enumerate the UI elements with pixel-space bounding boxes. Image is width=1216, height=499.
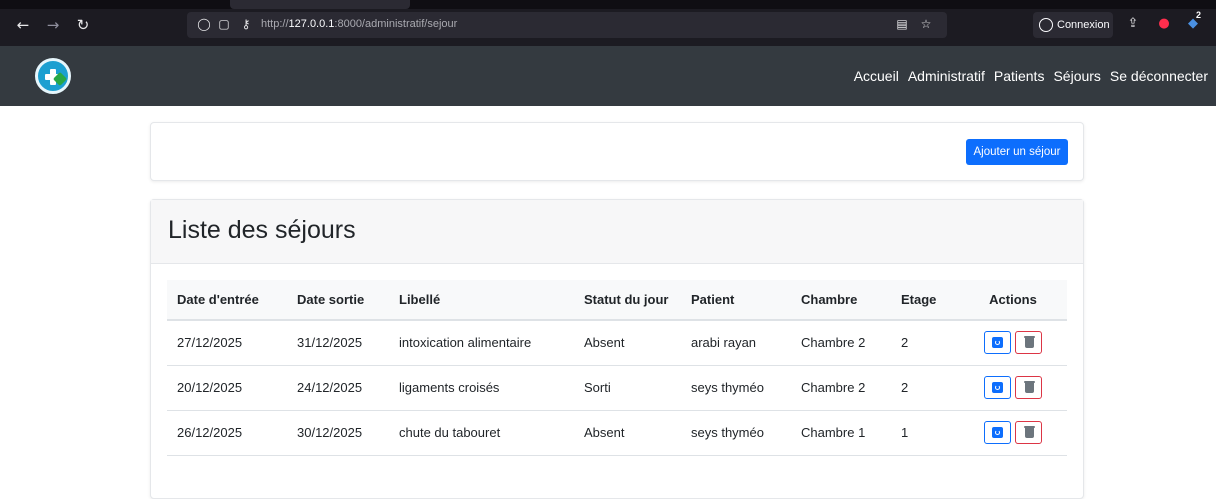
table-row: 20/12/2025 24/12/2025 ligaments croisés …: [167, 365, 1067, 411]
actions-card: Ajouter un séjour: [150, 122, 1084, 181]
cell-date-sortie: 30/12/2025: [287, 410, 389, 456]
key-icon[interactable]: ⚷: [239, 17, 253, 31]
nav-link-patients[interactable]: Patients: [994, 68, 1045, 84]
cell-date-entree: 20/12/2025: [167, 365, 287, 411]
cell-patient: seys thyméo: [681, 410, 791, 456]
col-etage: Etage: [891, 280, 959, 321]
bookmark-star-icon[interactable]: ☆: [919, 17, 933, 31]
trash-icon: [1024, 426, 1035, 438]
delete-button[interactable]: [1015, 376, 1042, 399]
page-title: Liste des séjours: [168, 216, 356, 244]
cell-actions: [959, 320, 1067, 366]
cell-etage: 2: [891, 320, 959, 366]
card-header: Liste des séjours: [151, 200, 1083, 264]
url-host: 127.0.0.1: [288, 18, 335, 30]
nav-link-accueil[interactable]: Accueil: [854, 68, 899, 84]
col-date-sortie: Date sortie: [287, 280, 389, 321]
cell-patient: arabi rayan: [681, 320, 791, 366]
edit-button[interactable]: [984, 421, 1011, 444]
cell-date-entree: 27/12/2025: [167, 320, 287, 366]
cell-chambre: Chambre 2: [791, 365, 891, 411]
reader-view-icon[interactable]: ▤: [895, 17, 909, 31]
cell-statut: Absent: [574, 320, 681, 366]
edit-icon: [992, 382, 1003, 393]
browser-toolbar: ← → ↻ ◯ ▢ ⚷ http://127.0.0.1:8000/admini…: [0, 0, 1216, 46]
url-path: :8000/administratif/sejour: [334, 18, 458, 30]
connexion-label: Connexion: [1057, 19, 1110, 31]
nav-link-sejours[interactable]: Séjours: [1053, 68, 1100, 84]
cell-libelle: intoxication alimentaire: [389, 320, 574, 366]
table-row: 26/12/2025 30/12/2025 chute du tabouret …: [167, 410, 1067, 456]
cell-chambre: Chambre 2: [791, 320, 891, 366]
url-text[interactable]: http://127.0.0.1:8000/administratif/sejo…: [261, 18, 457, 30]
cell-libelle: ligaments croisés: [389, 365, 574, 411]
browser-tab[interactable]: [230, 0, 410, 9]
nav-link-administratif[interactable]: Administratif: [908, 68, 985, 84]
nav-link-logout[interactable]: Se déconnecter: [1110, 68, 1208, 84]
cell-patient: seys thyméo: [681, 365, 791, 411]
col-actions: Actions: [959, 280, 1067, 321]
extension-icon[interactable]: ●: [1155, 15, 1173, 33]
page-icon[interactable]: ▢: [217, 17, 231, 31]
account-connexion-button[interactable]: Connexion: [1033, 12, 1113, 38]
table-header-row: Date d'entrée Date sortie Libellé Statut…: [167, 280, 1067, 321]
table-row: 27/12/2025 31/12/2025 intoxication alime…: [167, 320, 1067, 366]
cell-etage: 1: [891, 410, 959, 456]
trash-icon: [1024, 336, 1035, 349]
medical-cross-logo-icon[interactable]: [35, 58, 71, 94]
col-chambre: Chambre: [791, 280, 891, 321]
cell-chambre: Chambre 1: [791, 410, 891, 456]
share-icon[interactable]: ⇪: [1124, 15, 1142, 33]
edit-icon: [992, 427, 1003, 438]
forward-arrow-icon[interactable]: →: [44, 16, 62, 34]
edit-icon: [992, 337, 1003, 349]
cell-date-entree: 26/12/2025: [167, 410, 287, 456]
col-libelle: Libellé: [389, 280, 574, 321]
add-sejour-button[interactable]: Ajouter un séjour: [966, 139, 1068, 165]
cell-actions: [959, 410, 1067, 456]
edit-button[interactable]: [984, 331, 1011, 355]
account-icon: [1039, 18, 1053, 32]
col-date-entree: Date d'entrée: [167, 280, 287, 321]
cell-date-sortie: 24/12/2025: [287, 365, 389, 411]
cell-statut: Absent: [574, 410, 681, 456]
shield-icon[interactable]: ◯: [197, 17, 211, 31]
extension-badge-count: 2: [1196, 10, 1202, 20]
cell-etage: 2: [891, 365, 959, 411]
cell-statut: Sorti: [574, 365, 681, 411]
address-bar[interactable]: ◯ ▢ ⚷ http://127.0.0.1:8000/administrati…: [187, 12, 947, 38]
nav-links: Accueil Administratif Patients Séjours S…: [845, 46, 1208, 106]
trash-icon: [1024, 381, 1035, 393]
app-navbar: Accueil Administratif Patients Séjours S…: [0, 46, 1216, 106]
cell-actions: [959, 365, 1067, 411]
browser-tabstrip: [0, 0, 1216, 9]
back-arrow-icon[interactable]: ←: [14, 16, 32, 34]
reload-icon[interactable]: ↻: [74, 16, 92, 34]
delete-button[interactable]: [1015, 331, 1042, 355]
url-prefix: http://: [261, 18, 289, 30]
sejours-list-card: Liste des séjours Date d'entrée Date sor…: [150, 199, 1084, 499]
edit-button[interactable]: [984, 376, 1011, 399]
cell-date-sortie: 31/12/2025: [287, 320, 389, 366]
col-statut: Statut du jour: [574, 280, 681, 321]
cell-libelle: chute du tabouret: [389, 410, 574, 456]
col-patient: Patient: [681, 280, 791, 321]
sejours-table: Date d'entrée Date sortie Libellé Statut…: [167, 280, 1067, 456]
delete-button[interactable]: [1015, 421, 1042, 444]
